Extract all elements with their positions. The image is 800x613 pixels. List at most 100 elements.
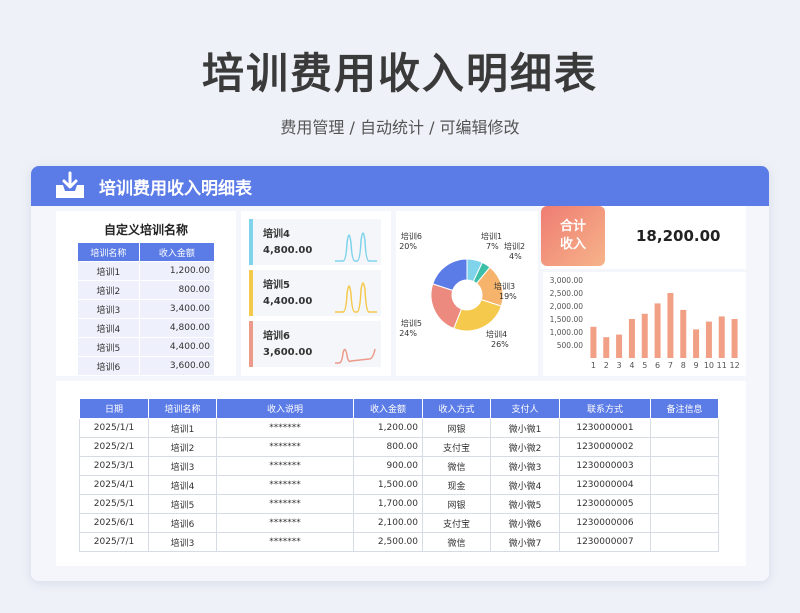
table-cell[interactable]: 培训1	[148, 418, 217, 438]
table-cell[interactable]: *******	[216, 513, 354, 533]
table-cell[interactable]: 培训2	[77, 280, 140, 300]
x-tick-label: 11	[717, 361, 727, 370]
table-cell[interactable]: 培训2	[148, 437, 217, 457]
column-header[interactable]: 支付人	[490, 398, 560, 419]
y-tick-label: 2,500.00	[550, 289, 584, 298]
table-cell[interactable]: 800.00	[138, 280, 216, 300]
pie-chart-panel: 培训1 7% 培训2 4% 培训3 19% 培训4 26% 培训5 24% 培训6 20%	[396, 211, 538, 376]
custom-table-header: 培训名称	[77, 242, 140, 262]
table-cell[interactable]: 培训3	[148, 532, 217, 552]
table-cell[interactable]	[650, 418, 719, 438]
table-row: 2025/4/1 培训4 ******* 1,500.00 现金 微小微4 12300000…	[79, 475, 719, 495]
table-cell[interactable]	[650, 532, 719, 552]
table-cell[interactable]: 支付宝	[422, 437, 491, 457]
table-cell[interactable]	[650, 513, 719, 533]
table-cell[interactable]: 2025/7/1	[79, 532, 149, 552]
table-cell[interactable]: 1230000006	[559, 513, 651, 533]
table-cell[interactable]: 1,200.00	[138, 261, 216, 281]
table-cell[interactable]	[650, 437, 719, 457]
column-header[interactable]: 培训名称	[148, 398, 217, 419]
table-cell[interactable]: 2,500.00	[353, 532, 423, 552]
table-cell[interactable]: 微信	[422, 532, 491, 552]
table-cell[interactable]: 3,600.00	[138, 356, 216, 376]
table-row: 培训2 800.00	[77, 280, 216, 300]
table-row: 培训6 3,600.00	[77, 356, 216, 376]
table-cell[interactable]: 1230000002	[559, 437, 651, 457]
table-cell[interactable]: 培训6	[148, 513, 217, 533]
table-cell[interactable]: 2,100.00	[353, 513, 423, 533]
table-cell[interactable]: *******	[216, 475, 354, 495]
column-header[interactable]: 日期	[79, 398, 149, 419]
table-cell[interactable]	[650, 456, 719, 476]
table-cell[interactable]: 网银	[422, 494, 491, 514]
table-cell[interactable]: 微小微3	[490, 456, 560, 476]
table-cell[interactable]: 2025/5/1	[79, 494, 149, 514]
table-cell[interactable]	[650, 475, 719, 495]
table-cell[interactable]: 1230000001	[559, 418, 651, 438]
bar	[641, 313, 648, 358]
table-cell[interactable]: 4,800.00	[138, 318, 216, 338]
table-cell[interactable]: 网银	[422, 418, 491, 438]
table-cell[interactable]: 培训5	[148, 494, 217, 514]
table-cell[interactable]: 微小微1	[490, 418, 560, 438]
table-cell[interactable]: 2025/6/1	[79, 513, 149, 533]
table-cell[interactable]: 微信	[422, 456, 491, 476]
pie-percent-label: 19%	[499, 292, 517, 301]
table-cell[interactable]: 1,700.00	[353, 494, 423, 514]
column-header[interactable]: 收入方式	[422, 398, 491, 419]
y-tick-label: 1,000.00	[550, 328, 584, 337]
x-tick-label: 7	[668, 361, 673, 370]
table-cell[interactable]: 2025/3/1	[79, 456, 149, 476]
table-cell[interactable]: *******	[216, 456, 354, 476]
table-cell[interactable]: 培训6	[77, 356, 140, 376]
table-cell[interactable]: 微小微5	[490, 494, 560, 514]
pie-percent-label: 20%	[399, 242, 417, 251]
column-header[interactable]: 联系方式	[559, 398, 651, 419]
table-row: 2025/7/1 培训3 ******* 2,500.00 微信 微小微7 12300000…	[79, 532, 719, 552]
table-cell[interactable]: 1230000005	[559, 494, 651, 514]
table-cell[interactable]: 培训4	[77, 318, 140, 338]
table-cell[interactable]: 培训3	[77, 299, 140, 319]
table-cell[interactable]: 2025/2/1	[79, 437, 149, 457]
table-cell[interactable]: 微小微6	[490, 513, 560, 533]
table-cell[interactable]: 支付宝	[422, 513, 491, 533]
table-cell[interactable]: 1230000003	[559, 456, 651, 476]
column-header[interactable]: 收入说明	[216, 398, 354, 419]
table-cell[interactable]: *******	[216, 532, 354, 552]
table-cell[interactable]: *******	[216, 418, 354, 438]
table-cell[interactable]: 4,400.00	[138, 337, 216, 357]
table-cell[interactable]: 1230000004	[559, 475, 651, 495]
column-header[interactable]: 备注信息	[650, 398, 719, 419]
table-cell[interactable]: 900.00	[353, 456, 423, 476]
x-tick-label: 9	[694, 361, 699, 370]
mini-card-value: 3,600.00	[263, 347, 313, 358]
table-cell[interactable]: 现金	[422, 475, 491, 495]
table-cell[interactable]: 微小微4	[490, 475, 560, 495]
table-cell[interactable]: 培训5	[77, 337, 140, 357]
table-cell[interactable]: 培训1	[77, 261, 140, 281]
column-header[interactable]: 收入金额	[353, 398, 423, 419]
table-cell[interactable]: 2025/1/1	[79, 418, 149, 438]
table-cell[interactable]: 1230000007	[559, 532, 651, 552]
table-row: 2025/5/1 培训5 ******* 1,700.00 网银 微小微5 12300000…	[79, 494, 719, 514]
table-row: 2025/2/1 培训2 ******* 800.00 支付宝 微小微2 123000000…	[79, 437, 719, 457]
table-cell[interactable]	[650, 494, 719, 514]
bar	[731, 319, 738, 358]
table-cell[interactable]: 微小微2	[490, 437, 560, 457]
total-label: 收入	[559, 237, 586, 252]
bar	[667, 293, 674, 358]
bar	[628, 319, 635, 358]
table-cell[interactable]: *******	[216, 437, 354, 457]
table-cell[interactable]: 培训3	[148, 456, 217, 476]
pie-label: 培训4	[486, 329, 507, 339]
total-panel: 合计 收入 18,200.00	[541, 206, 746, 269]
table-cell[interactable]: 1,500.00	[353, 475, 423, 495]
table-cell[interactable]: 1,200.00	[353, 418, 423, 438]
table-cell[interactable]: 2025/4/1	[79, 475, 149, 495]
bar	[693, 329, 700, 358]
table-cell[interactable]: 微小微7	[490, 532, 560, 552]
table-cell[interactable]: *******	[216, 494, 354, 514]
table-cell[interactable]: 3,400.00	[138, 299, 216, 319]
table-cell[interactable]: 800.00	[353, 437, 423, 457]
table-cell[interactable]: 培训4	[148, 475, 217, 495]
